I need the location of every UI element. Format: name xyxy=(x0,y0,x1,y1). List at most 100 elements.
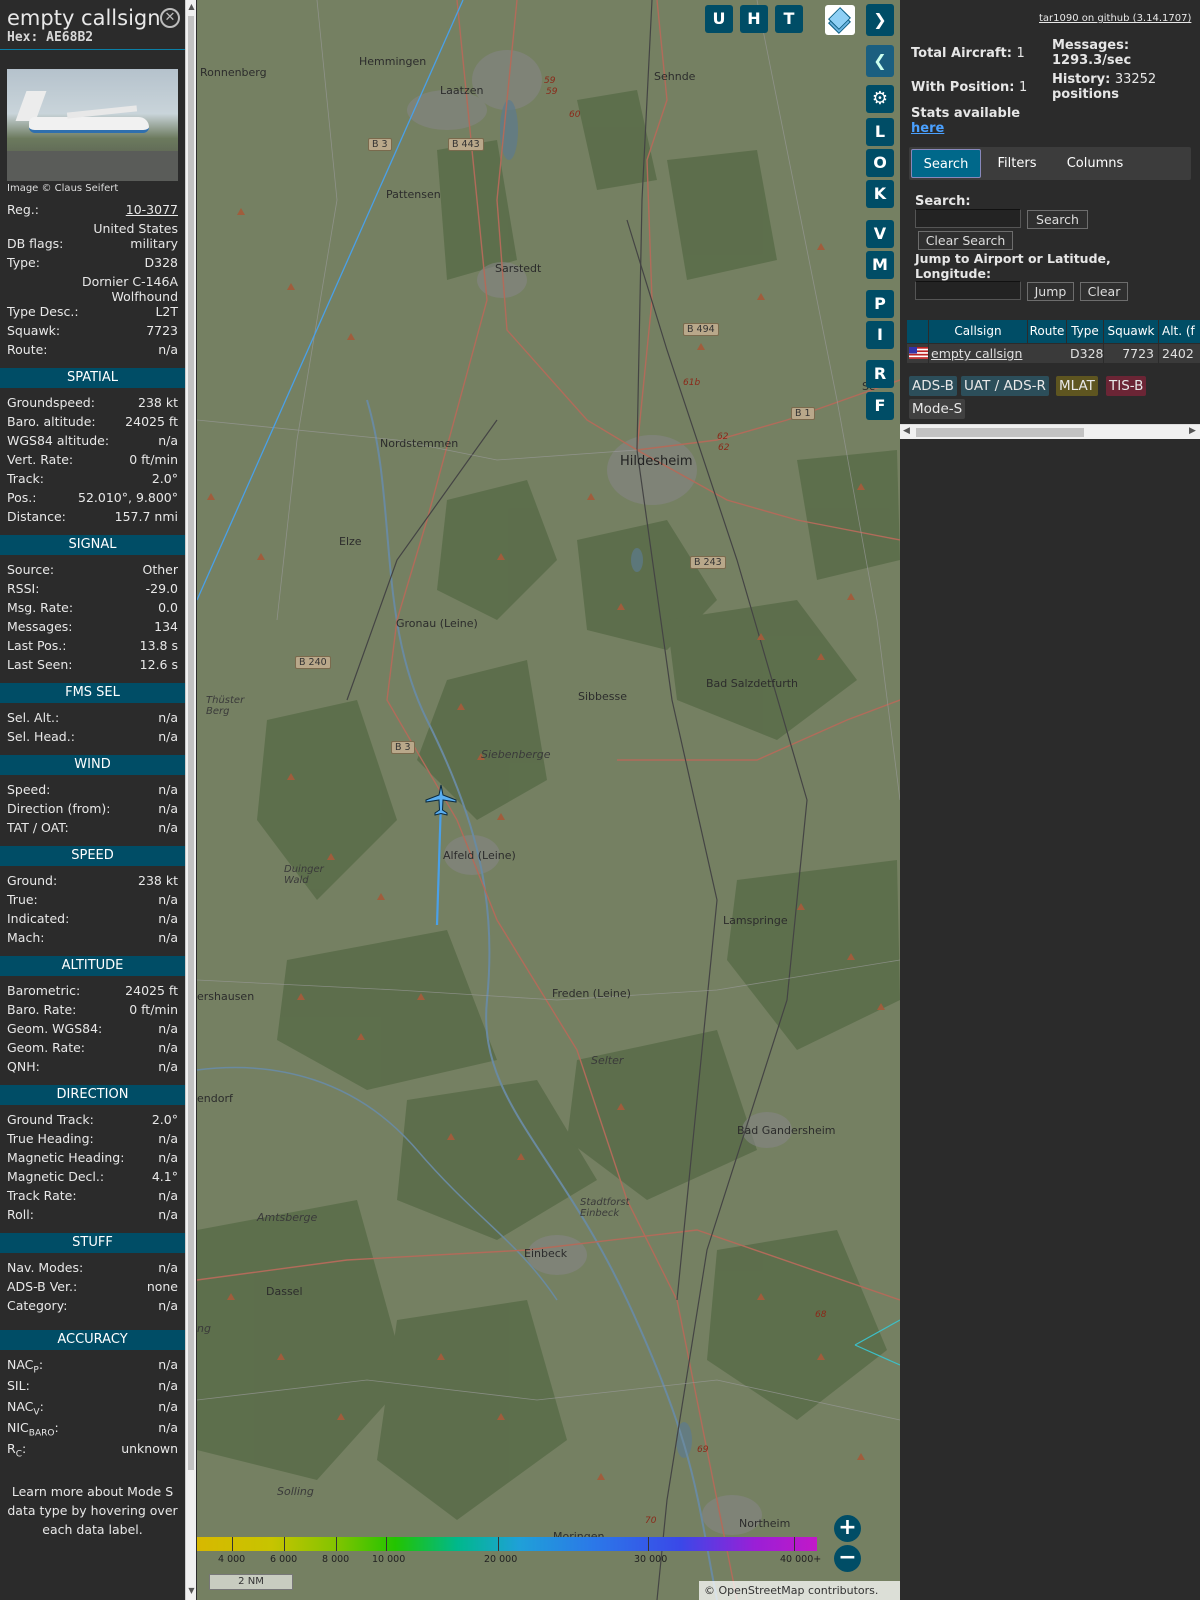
settings-button[interactable]: ⚙ xyxy=(866,85,894,113)
info-label[interactable]: NACV: xyxy=(7,1399,44,1418)
info-label[interactable]: Magnetic Heading: xyxy=(7,1150,124,1165)
zoom-in-button[interactable]: + xyxy=(834,1515,861,1542)
scrollbar-thumb[interactable] xyxy=(916,428,1084,437)
map-button-o[interactable]: O xyxy=(866,149,894,177)
registration-link[interactable]: 10-3077 xyxy=(126,202,178,217)
table-horizontal-scrollbar[interactable]: ◀ ▶ xyxy=(900,424,1200,439)
info-label[interactable]: Sel. Alt.: xyxy=(7,710,59,725)
map-button-v[interactable]: V xyxy=(866,220,894,248)
info-label[interactable]: True: xyxy=(7,892,38,907)
info-label[interactable]: Last Seen: xyxy=(7,657,72,672)
map-canvas[interactable]: Ronnenberg Hemmingen Laatzen Sehnde Pattense… xyxy=(197,0,900,1600)
table-header-flag[interactable] xyxy=(907,320,928,343)
info-label[interactable]: Track: xyxy=(7,471,44,486)
zoom-out-button[interactable]: − xyxy=(834,1545,861,1572)
table-header-squawk[interactable]: Squawk xyxy=(1104,320,1158,343)
toggle-button-h[interactable]: H xyxy=(740,5,768,33)
info-label[interactable]: Type Desc.: xyxy=(7,304,79,319)
info-label[interactable]: Geom. WGS84: xyxy=(7,1021,102,1036)
info-label[interactable]: True Heading: xyxy=(7,1131,94,1146)
scroll-left-arrow-icon[interactable]: ◀ xyxy=(903,426,910,436)
jump-input[interactable] xyxy=(915,281,1021,300)
table-header-callsign[interactable]: Callsign xyxy=(929,320,1027,343)
info-label[interactable]: Baro. Rate: xyxy=(7,1002,76,1017)
info-label[interactable]: RSSI: xyxy=(7,581,39,596)
info-label[interactable]: Speed: xyxy=(7,782,50,797)
info-label[interactable]: Geom. Rate: xyxy=(7,1040,85,1055)
info-label[interactable]: Squawk: xyxy=(7,323,60,338)
search-input[interactable] xyxy=(915,209,1021,228)
info-label[interactable]: DB flags: xyxy=(7,236,63,251)
info-value: n/a xyxy=(158,782,178,797)
info-label[interactable]: Type: xyxy=(7,255,40,270)
info-label[interactable]: Msg. Rate: xyxy=(7,600,73,615)
info-label[interactable]: QNH: xyxy=(7,1059,40,1074)
aircraft-marker[interactable] xyxy=(424,783,458,817)
info-label[interactable]: Last Pos.: xyxy=(7,638,66,653)
info-label[interactable]: Nav. Modes: xyxy=(7,1260,83,1275)
map-button-f[interactable]: F xyxy=(866,392,894,420)
info-label[interactable]: NACP: xyxy=(7,1357,43,1376)
info-label[interactable]: SIL: xyxy=(7,1378,30,1393)
map-button-r[interactable]: R xyxy=(866,360,894,388)
info-label[interactable]: Ground: xyxy=(7,873,57,888)
info-label[interactable]: Category: xyxy=(7,1298,67,1313)
info-label[interactable]: Barometric: xyxy=(7,983,80,998)
close-info-button[interactable]: ✕ xyxy=(160,8,180,28)
info-label[interactable]: NICBARO: xyxy=(7,1420,59,1439)
layers-button[interactable] xyxy=(825,5,855,35)
info-label[interactable]: Mach: xyxy=(7,930,44,945)
info-label[interactable]: Messages: xyxy=(7,619,73,634)
scroll-up-arrow-icon[interactable]: ▲ xyxy=(187,2,196,11)
tab-columns[interactable]: Columns xyxy=(1055,149,1135,178)
table-header-altitude[interactable]: Alt. (f xyxy=(1159,320,1200,343)
info-row: Groundspeed: 238 kt xyxy=(0,395,185,414)
info-label[interactable]: Track Rate: xyxy=(7,1188,77,1203)
table-header-route[interactable]: Route xyxy=(1028,320,1066,343)
info-label[interactable]: Indicated: xyxy=(7,911,69,926)
info-label[interactable]: Reg.: xyxy=(7,202,39,217)
tab-filters[interactable]: Filters xyxy=(987,149,1047,178)
info-panel-scrollbar[interactable]: ▲ ▼ xyxy=(185,0,196,1600)
table-header-type[interactable]: Type xyxy=(1067,320,1103,343)
info-label[interactable]: Magnetic Decl.: xyxy=(7,1169,104,1184)
search-button[interactable]: Search xyxy=(1027,210,1088,229)
info-label[interactable]: RC: xyxy=(7,1441,26,1460)
info-label[interactable]: Distance: xyxy=(7,509,66,524)
info-label[interactable]: Pos.: xyxy=(7,490,36,505)
info-label[interactable]: Roll: xyxy=(7,1207,34,1222)
stats-link[interactable]: here xyxy=(911,121,1020,136)
info-label[interactable]: Ground Track: xyxy=(7,1112,94,1127)
prev-aircraft-button[interactable]: ❮ xyxy=(866,45,894,77)
map-button-k[interactable]: K xyxy=(866,180,894,208)
info-label[interactable]: ADS-B Ver.: xyxy=(7,1279,77,1294)
tab-search[interactable]: Search xyxy=(911,149,981,178)
map-button-p[interactable]: P xyxy=(866,290,894,318)
info-label[interactable]: Sel. Head.: xyxy=(7,729,75,744)
scroll-down-arrow-icon[interactable]: ▼ xyxy=(187,1586,196,1595)
clear-search-button[interactable]: Clear Search xyxy=(918,231,1013,250)
map-button-m[interactable]: M xyxy=(866,251,894,279)
info-label[interactable]: Vert. Rate: xyxy=(7,452,73,467)
info-row: Geom. WGS84: n/a xyxy=(0,1021,185,1040)
jump-button[interactable]: Jump xyxy=(1027,282,1074,301)
osm-attribution[interactable]: © OpenStreetMap contributors. xyxy=(699,1581,900,1600)
aircraft-photo[interactable] xyxy=(7,69,178,181)
scroll-right-arrow-icon[interactable]: ▶ xyxy=(1189,426,1196,436)
info-label[interactable]: Route: xyxy=(7,342,48,357)
info-label[interactable]: WGS84 altitude: xyxy=(7,433,109,448)
toggle-button-u[interactable]: U xyxy=(705,5,733,33)
road-shield: B 443 xyxy=(448,138,484,151)
map-button-i[interactable]: I xyxy=(866,321,894,349)
github-link[interactable]: tar1090 on github (3.14.1707) xyxy=(1039,13,1191,24)
info-label[interactable]: Direction (from): xyxy=(7,801,111,816)
map-button-l[interactable]: L xyxy=(866,118,894,146)
info-label[interactable]: TAT / OAT: xyxy=(7,820,69,835)
clear-jump-button[interactable]: Clear xyxy=(1080,282,1128,301)
scrollbar-thumb[interactable] xyxy=(188,16,194,1470)
info-label[interactable]: Groundspeed: xyxy=(7,395,95,410)
info-label[interactable]: Source: xyxy=(7,562,54,577)
toggle-button-t[interactable]: T xyxy=(775,5,803,33)
info-label[interactable]: Baro. altitude: xyxy=(7,414,96,429)
next-aircraft-button[interactable]: ❯ xyxy=(866,4,894,36)
